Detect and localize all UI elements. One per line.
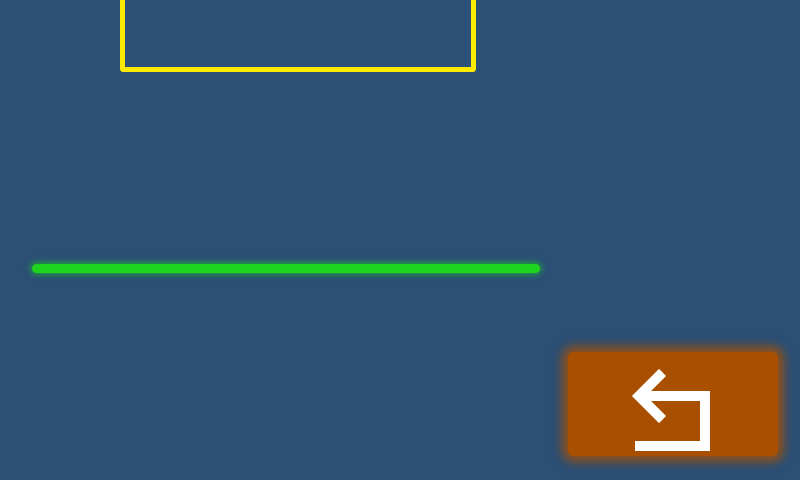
back-button[interactable] — [568, 352, 778, 456]
app-screen — [0, 0, 800, 480]
return-arrow-icon — [631, 368, 710, 451]
highlight-frame — [120, 0, 476, 72]
status-line — [32, 264, 540, 273]
